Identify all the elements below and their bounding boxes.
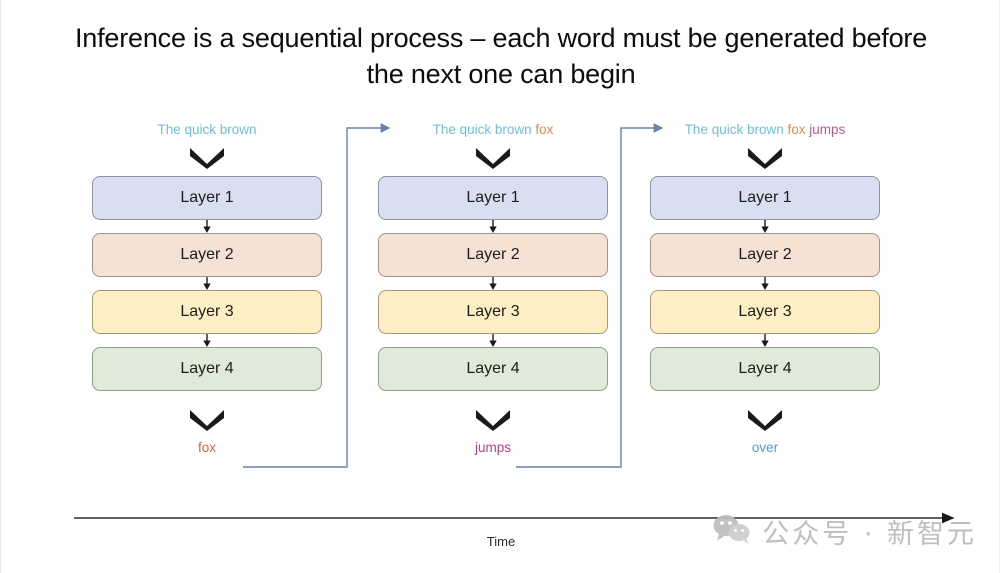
layer-label: Layer 4 — [466, 360, 520, 377]
layer-box[interactable]: Layer 1 — [378, 176, 608, 220]
wechat-icon — [712, 513, 752, 550]
output-chevron-step-1 — [92, 399, 322, 439]
watermark: 公众号 · 新智元 — [712, 512, 977, 551]
layer-box[interactable]: Layer 4 — [650, 347, 880, 391]
prompt-token-base: The quick brown — [432, 122, 532, 137]
prompt-text-step-3: The quick brown fox jumps — [650, 120, 880, 140]
prompt-token-jumps: jumps — [809, 122, 846, 137]
layer-stack-step-1: Layer 1 Layer 2 Layer 3 Layer 4 — [92, 176, 322, 391]
output-word-step-2: jumps — [474, 440, 511, 455]
layer-box[interactable]: Layer 2 — [378, 233, 608, 277]
layer-label: Layer 3 — [466, 303, 520, 320]
layer-stack-step-3: Layer 1 Layer 2 Layer 3 Layer 4 — [650, 176, 880, 391]
diagram-stage: The quick brown Layer 1 Layer 2 Layer 3 … — [1, 0, 999, 573]
input-chevron-step-1 — [92, 140, 322, 174]
input-chevron-step-3 — [650, 140, 880, 174]
prompt-token-base: The quick brown — [684, 122, 784, 137]
layer-connector — [92, 220, 322, 233]
prompt-token-base: The quick brown — [157, 122, 257, 137]
layer-connector — [378, 334, 608, 347]
layer-stack-step-2: Layer 1 Layer 2 Layer 3 Layer 4 — [378, 176, 608, 391]
layer-box[interactable]: Layer 2 — [650, 233, 880, 277]
layer-box[interactable]: Layer 4 — [378, 347, 608, 391]
prompt-token-fox: fox — [535, 122, 554, 137]
prompt-text-step-2: The quick brown fox — [378, 120, 608, 140]
layer-label: Layer 2 — [180, 246, 234, 263]
inference-step-3: The quick brown fox jumps Layer 1 Layer … — [650, 120, 880, 457]
layer-connector — [92, 277, 322, 290]
layer-label: Layer 2 — [466, 246, 520, 263]
layer-label: Layer 3 — [180, 303, 234, 320]
layer-label: Layer 1 — [180, 189, 234, 206]
watermark-text: 公众号 · 新智元 — [762, 519, 977, 550]
output-word-step-3: over — [751, 440, 779, 455]
layer-label: Layer 3 — [738, 303, 792, 320]
inference-step-2: The quick brown fox Layer 1 Layer 2 Laye… — [378, 120, 608, 457]
output-word-step-1: fox — [197, 440, 216, 455]
prompt-text-step-1: The quick brown — [92, 120, 322, 140]
layer-connector — [650, 220, 880, 233]
layer-label: Layer 4 — [738, 360, 792, 377]
inference-step-1: The quick brown Layer 1 Layer 2 Layer 3 … — [92, 120, 322, 457]
layer-box[interactable]: Layer 2 — [92, 233, 322, 277]
layer-connector — [650, 277, 880, 290]
layer-box[interactable]: Layer 3 — [378, 290, 608, 334]
layer-label: Layer 1 — [466, 189, 520, 206]
layer-box[interactable]: Layer 1 — [92, 176, 322, 220]
slide-canvas: Inference is a sequential process – each… — [0, 0, 1000, 573]
layer-connector — [650, 334, 880, 347]
layer-box[interactable]: Layer 3 — [92, 290, 322, 334]
layer-label: Layer 4 — [180, 360, 234, 377]
layer-box[interactable]: Layer 1 — [650, 176, 880, 220]
layer-label: Layer 2 — [738, 246, 792, 263]
layer-box[interactable]: Layer 3 — [650, 290, 880, 334]
output-chevron-step-2 — [378, 399, 608, 439]
layer-box[interactable]: Layer 4 — [92, 347, 322, 391]
prompt-token-fox: fox — [787, 122, 806, 137]
output-chevron-step-3 — [650, 399, 880, 439]
input-chevron-step-2 — [378, 140, 608, 174]
layer-connector — [378, 277, 608, 290]
layer-label: Layer 1 — [738, 189, 792, 206]
layer-connector — [92, 334, 322, 347]
layer-connector — [378, 220, 608, 233]
